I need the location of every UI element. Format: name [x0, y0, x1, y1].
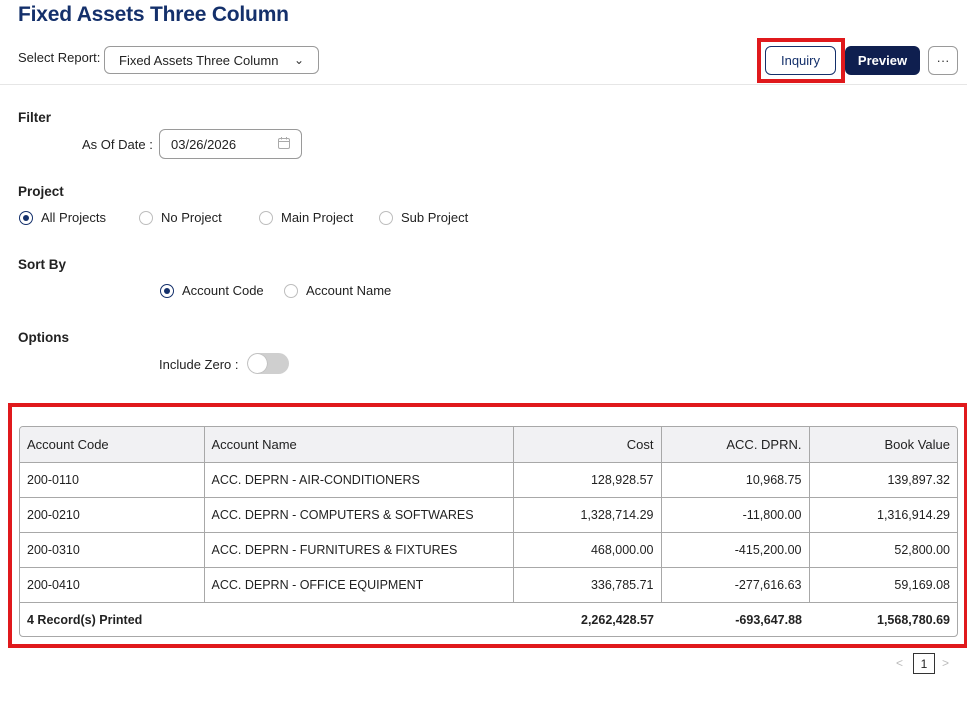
cell-account-name: ACC. DEPRN - OFFICE EQUIPMENT	[204, 567, 514, 603]
options-section-title: Options	[18, 330, 69, 345]
cell-account-name: ACC. DEPRN - FURNITURES & FIXTURES	[204, 532, 514, 568]
radio-sub-project[interactable]: Sub Project	[379, 210, 468, 225]
table-total-row: 4 Record(s) Printed 2,262,428.57 -693,64…	[20, 602, 957, 636]
radio-label: No Project	[161, 210, 222, 225]
radio-label: Main Project	[281, 210, 354, 225]
table-row[interactable]: 200-0110 ACC. DEPRN - AIR-CONDITIONERS 1…	[20, 462, 957, 498]
table-row[interactable]: 200-0310 ACC. DEPRN - FURNITURES & FIXTU…	[20, 532, 957, 568]
include-zero-label: Include Zero :	[159, 357, 239, 372]
calendar-icon	[278, 137, 290, 149]
as-of-date-input[interactable]: 03/26/2026	[159, 129, 302, 159]
cell-book-value: 52,800.00	[809, 532, 957, 568]
table-row[interactable]: 200-0210 ACC. DEPRN - COMPUTERS & SOFTWA…	[20, 497, 957, 533]
chevron-down-icon: ⌄	[293, 53, 304, 67]
cell-book-value: 1,316,914.29	[809, 497, 957, 533]
select-report-value: Fixed Assets Three Column	[119, 52, 279, 68]
radio-sort-account-code[interactable]: Account Code	[160, 283, 264, 298]
column-header-cost[interactable]: Cost	[513, 427, 662, 463]
page-title: Fixed Assets Three Column	[18, 3, 289, 26]
radio-sort-account-name[interactable]: Account Name	[284, 283, 391, 298]
cell-account-name: ACC. DEPRN - AIR-CONDITIONERS	[204, 462, 514, 498]
cell-cost: 468,000.00	[513, 532, 662, 568]
cell-total-cost: 2,262,428.57	[581, 612, 654, 627]
cell-book-value: 59,169.08	[809, 567, 957, 603]
radio-all-projects[interactable]: All Projects	[19, 210, 106, 225]
cell-account-code: 200-0210	[20, 497, 205, 533]
include-zero-toggle[interactable]	[247, 353, 289, 374]
cell-total-book-value: 1,568,780.69	[877, 612, 950, 627]
cell-account-code: 200-0110	[20, 462, 205, 498]
radio-selected-icon	[19, 210, 33, 225]
radio-label: Account Name	[306, 283, 392, 298]
as-of-date-label: As Of Date :	[82, 137, 153, 152]
project-section-title: Project	[18, 184, 64, 199]
cell-cost: 1,328,714.29	[513, 497, 662, 533]
toggle-knob	[248, 354, 267, 373]
cell-acc-dprn: -415,200.00	[661, 532, 810, 568]
cell-acc-dprn: -277,616.63	[661, 567, 810, 603]
filter-section-title: Filter	[18, 110, 52, 125]
radio-unselected-icon	[284, 283, 298, 298]
radio-main-project[interactable]: Main Project	[259, 210, 353, 225]
radio-unselected-icon	[259, 210, 273, 225]
cell-total-spacer	[204, 602, 513, 636]
select-report-label: Select Report:	[18, 50, 101, 65]
cell-account-name: ACC. DEPRN - COMPUTERS & SOFTWARES	[204, 497, 514, 533]
cell-cost: 336,785.71	[513, 567, 662, 603]
pagination-page-button[interactable]: 1	[913, 653, 935, 674]
cell-cost: 128,928.57	[513, 462, 662, 498]
header-divider	[0, 84, 967, 85]
radio-no-project[interactable]: No Project	[139, 210, 222, 225]
column-header-book-value[interactable]: Book Value	[809, 427, 957, 463]
column-header-account-code[interactable]: Account Code	[20, 427, 205, 463]
radio-selected-icon	[160, 283, 174, 298]
table-header-row: Account Code Account Name Cost ACC. DPRN…	[20, 427, 957, 463]
radio-label: All Projects	[41, 210, 107, 225]
radio-label: Sub Project	[401, 210, 469, 225]
column-header-account-name[interactable]: Account Name	[204, 427, 514, 463]
results-table: Account Code Account Name Cost ACC. DPRN…	[19, 426, 958, 637]
column-header-acc-dprn[interactable]: ACC. DPRN.	[661, 427, 810, 463]
preview-button[interactable]: Preview	[845, 46, 920, 75]
sort-by-section-title: Sort By	[18, 257, 67, 272]
cell-account-code: 200-0410	[20, 567, 205, 603]
cell-acc-dprn: -11,800.00	[661, 497, 810, 533]
as-of-date-value: 03/26/2026	[171, 136, 237, 152]
radio-unselected-icon	[379, 210, 393, 225]
cell-total-acc-dprn: -693,647.88	[735, 612, 802, 627]
cell-acc-dprn: 10,968.75	[661, 462, 810, 498]
cell-account-code: 200-0310	[20, 532, 205, 568]
pagination-next-button[interactable]: >	[942, 656, 949, 670]
radio-label: Account Code	[182, 283, 264, 298]
inquiry-button[interactable]: Inquiry	[765, 46, 836, 75]
cell-records-printed: 4 Record(s) Printed	[27, 612, 143, 627]
radio-unselected-icon	[139, 210, 153, 225]
pagination-prev-button[interactable]: <	[896, 656, 903, 670]
cell-book-value: 139,897.32	[809, 462, 957, 498]
select-report-dropdown[interactable]: Fixed Assets Three Column ⌄	[104, 46, 319, 74]
more-icon: ···	[936, 53, 950, 68]
table-row[interactable]: 200-0410 ACC. DEPRN - OFFICE EQUIPMENT 3…	[20, 567, 957, 603]
more-options-button[interactable]: ···	[928, 46, 958, 75]
